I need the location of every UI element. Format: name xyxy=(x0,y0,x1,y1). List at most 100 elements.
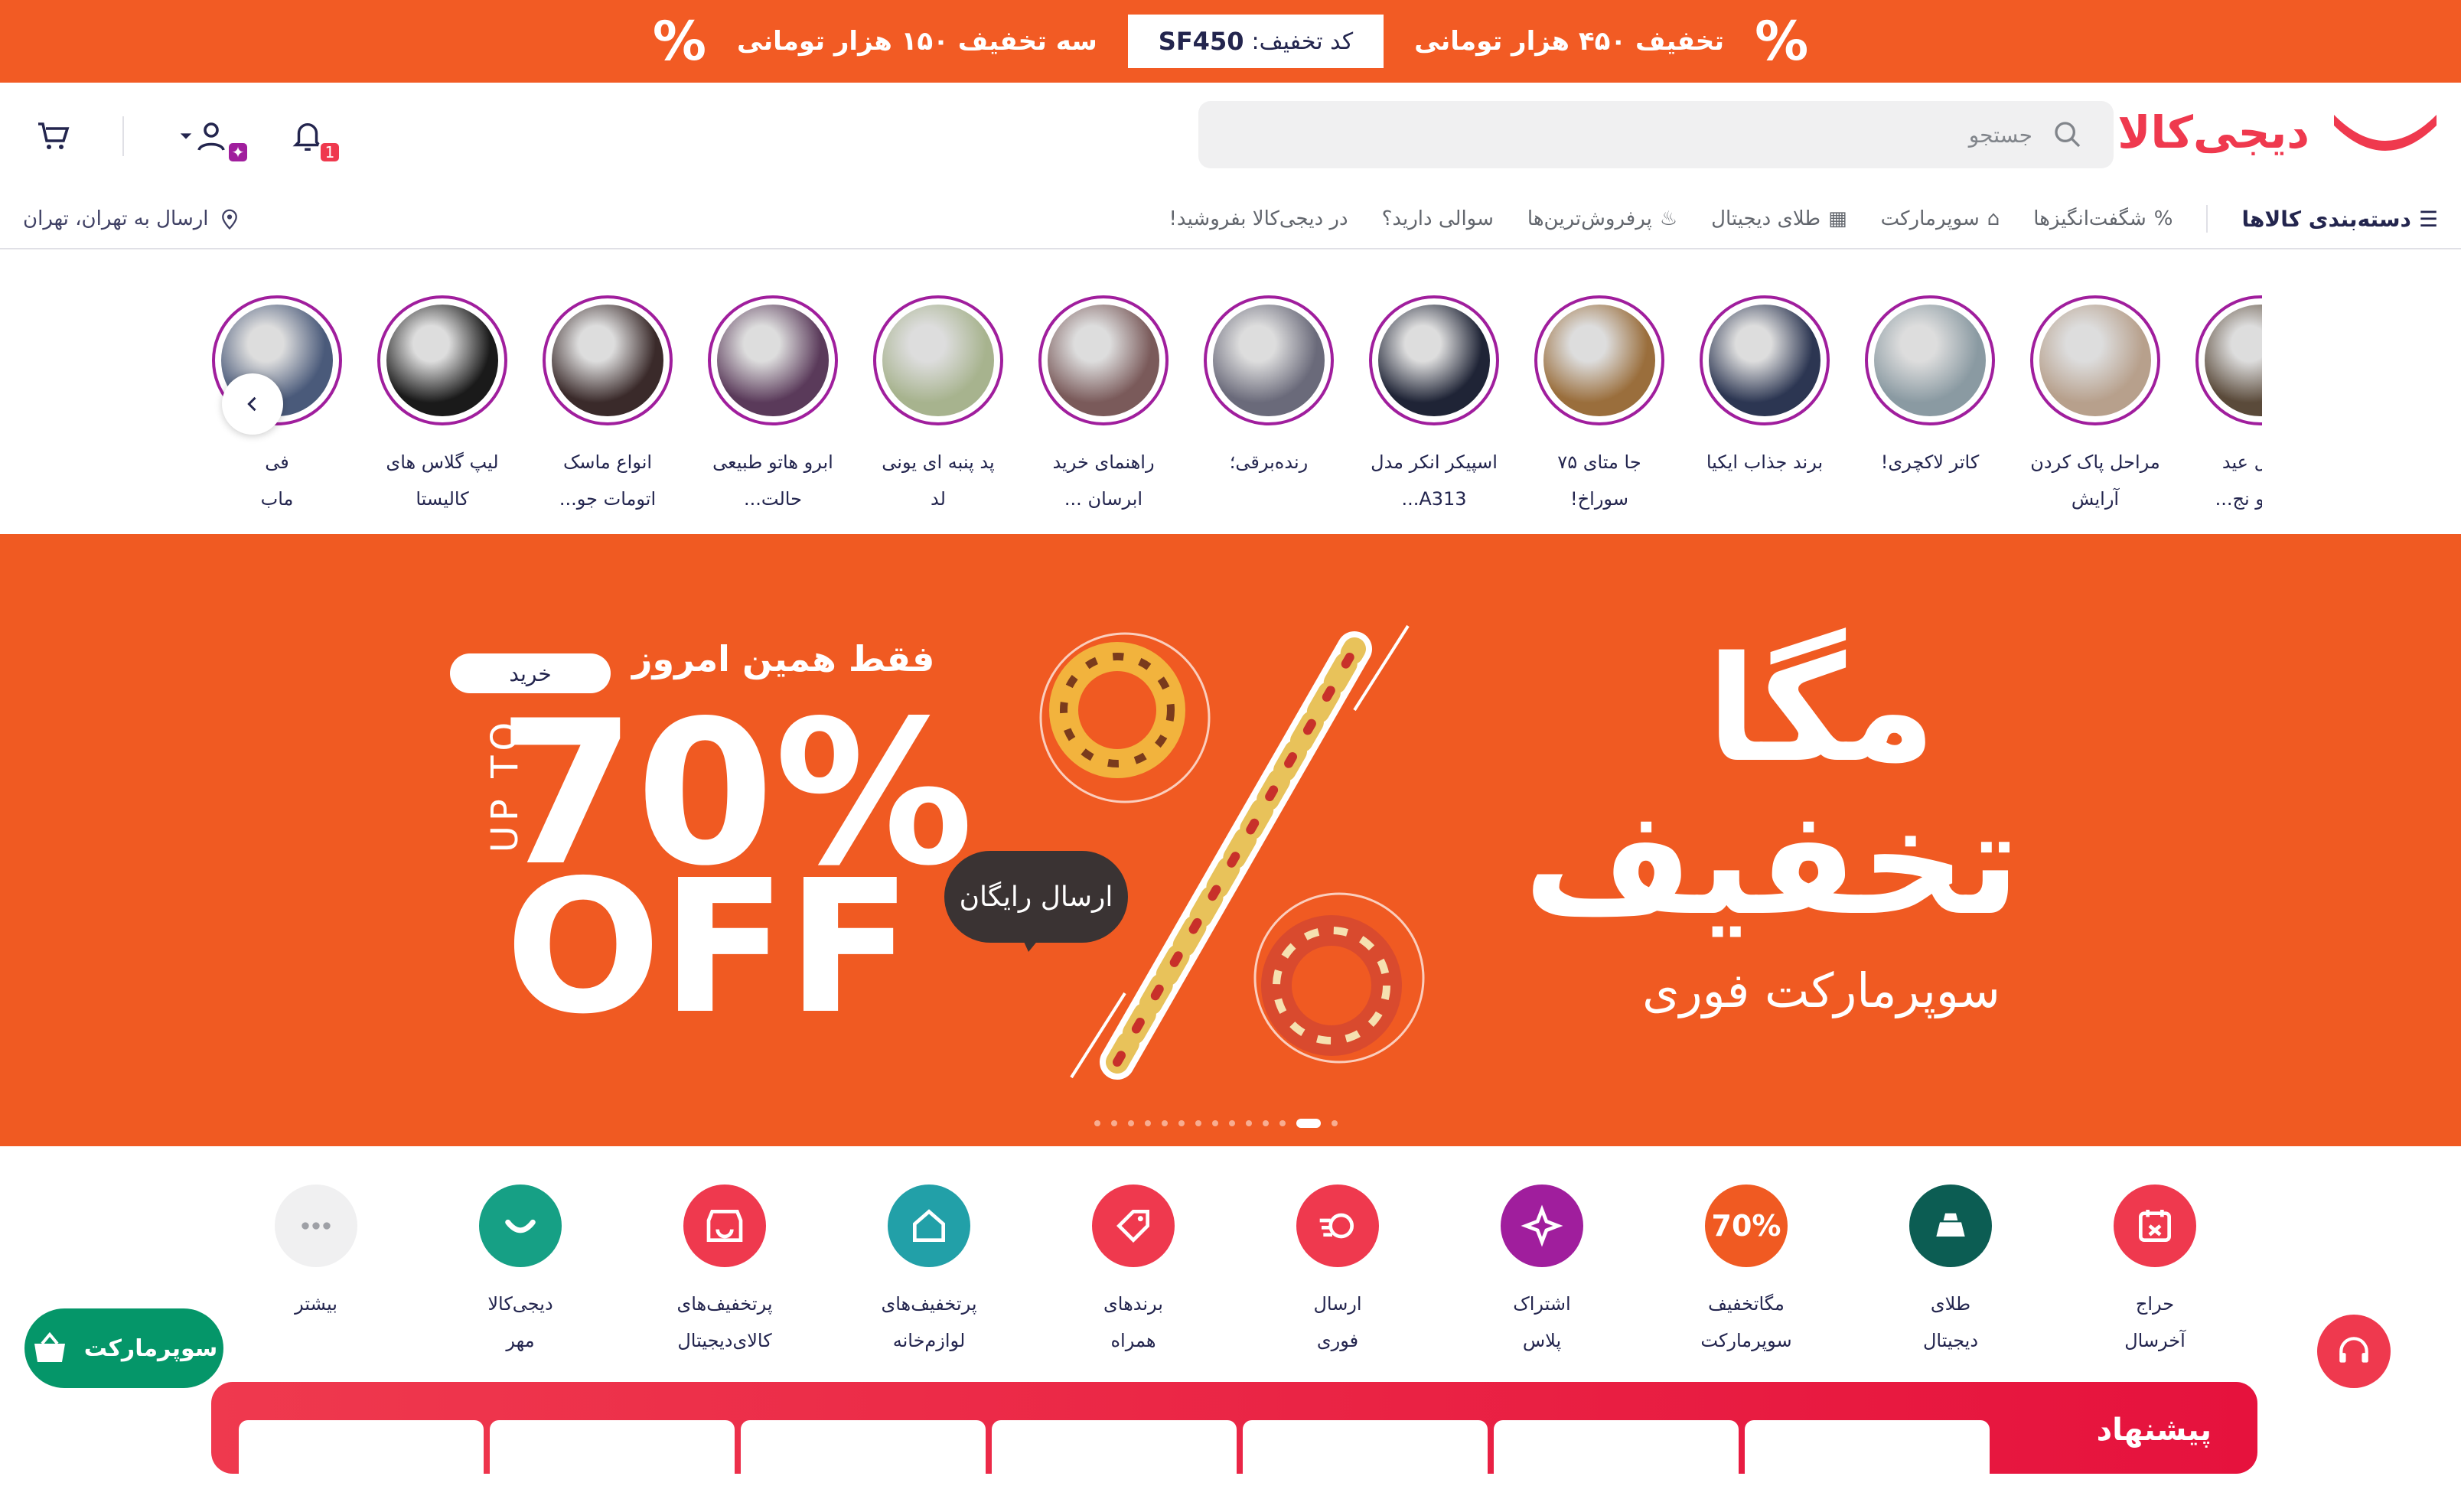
nav-item-gold[interactable]: ▦ طلای دیجیتال xyxy=(1711,207,1847,230)
story-caption: مراحل پاک کردن آرایش xyxy=(2030,451,2160,510)
story-ring xyxy=(1534,295,1664,425)
banner-discount: تخفیف xyxy=(1524,777,2020,947)
story-ring xyxy=(1700,295,1830,425)
support-button[interactable] xyxy=(2317,1315,2391,1388)
quick-link-item[interactable]: طلای دیجیتال xyxy=(1866,1185,2035,1359)
nav-item-label: شگفت‌انگیزها xyxy=(2033,207,2146,230)
offer-card[interactable] xyxy=(239,1420,484,1512)
supermarket-float-button[interactable]: سوپرمارکت xyxy=(24,1308,223,1388)
promo-bar[interactable]: % تخفیف ۴۵۰ هزار تومانی کد تخفیف: SF450 … xyxy=(0,0,2461,83)
banner-supermarket: سوپرمارکت فوری xyxy=(1642,963,2000,1018)
gold-icon xyxy=(1909,1185,1992,1267)
carousel-dot[interactable] xyxy=(1332,1120,1338,1126)
carousel-dot[interactable] xyxy=(1162,1120,1168,1126)
quick-link-item[interactable]: دیجی‌کالا مهر xyxy=(436,1185,605,1359)
percent-70-icon: 70% xyxy=(1705,1185,1788,1267)
carousel-dot[interactable] xyxy=(1263,1120,1269,1126)
basket-icon xyxy=(34,1331,65,1362)
story-thumbnail xyxy=(1378,305,1490,416)
carousel-dot[interactable] xyxy=(1128,1120,1134,1126)
hero-banner[interactable]: فقط همین امروز خرید UP TO 70% OFF ارسال … xyxy=(0,534,2461,1146)
story-item[interactable]: تا قبل عید پوستتو نج... xyxy=(2178,295,2262,517)
quick-link-item[interactable]: 70% مگاتخفیف سوپرمارکت xyxy=(1662,1185,1830,1359)
carousel-dot[interactable] xyxy=(1279,1120,1286,1126)
nav-item-bestsellers[interactable]: ♨ پرفروش‌ترین‌ها xyxy=(1527,207,1677,230)
location-label: ارسال به تهران، تهران xyxy=(23,207,209,230)
carousel-dot[interactable] xyxy=(1246,1120,1252,1126)
search-input[interactable] xyxy=(1345,121,2034,148)
offer-card[interactable] xyxy=(1745,1420,1990,1512)
quick-link-item[interactable]: اشتراک پلاس xyxy=(1458,1185,1626,1359)
divider xyxy=(2206,205,2208,233)
home-icon xyxy=(888,1185,970,1267)
nav-item-sell[interactable]: در دیجی‌کالا بفروشید! xyxy=(1169,207,1348,230)
nav-item-label: پرفروش‌ترین‌ها xyxy=(1527,207,1652,230)
story-thumbnail xyxy=(1048,305,1159,416)
carousel-dot[interactable] xyxy=(1094,1120,1100,1126)
user-menu-button[interactable]: ✦ xyxy=(170,113,249,164)
quick-link-item[interactable]: پرتخفیف‌های کالای‌دیجیتال xyxy=(641,1185,809,1359)
story-caption: جا متای ۷۵ سوراخ! xyxy=(1557,451,1641,510)
story-item[interactable]: کاتر لاکچری! xyxy=(1847,295,2013,481)
nav-categories[interactable]: ☰ دسته‌بندی کالاها xyxy=(2241,207,2438,232)
cart-button[interactable] xyxy=(31,113,77,159)
story-ring xyxy=(1038,295,1169,425)
search-bar[interactable] xyxy=(1198,101,2114,168)
header-actions: ✦ 1 xyxy=(31,113,341,164)
offer-card[interactable] xyxy=(1494,1420,1739,1512)
story-caption: پد پنبه ای یونی لد xyxy=(882,451,995,510)
story-caption: راهنمای خرید ابرسان ... xyxy=(1052,451,1155,510)
promo-code-box[interactable]: کد تخفیف: SF450 xyxy=(1127,15,1384,68)
quick-link-caption: پرتخفیف‌های لوازم‌خانه xyxy=(881,1293,977,1351)
story-item[interactable]: جا متای ۷۵ سوراخ! xyxy=(1517,295,1682,517)
story-item[interactable]: راهنمای خرید ابرسان ... xyxy=(1021,295,1186,517)
stories-prev-button[interactable] xyxy=(222,373,283,435)
carousel-dot[interactable] xyxy=(1111,1120,1117,1126)
quick-link-item[interactable]: بیشتر xyxy=(232,1185,400,1322)
fire-icon: ♨ xyxy=(1659,207,1678,230)
quick-link-item[interactable]: ارسال فوری xyxy=(1253,1185,1422,1359)
story-ring xyxy=(1865,295,1995,425)
promo-right-text: تخفیف ۴۵۰ هزار تومانی xyxy=(1414,26,1725,57)
carousel-dot[interactable] xyxy=(1229,1120,1235,1126)
carousel-dot[interactable] xyxy=(1212,1120,1218,1126)
logo[interactable]: دیجی‌کالا xyxy=(2117,106,2443,159)
story-thumbnail xyxy=(1709,305,1820,416)
offer-card[interactable] xyxy=(490,1420,735,1512)
offer-card[interactable] xyxy=(1243,1420,1488,1512)
quick-link-item[interactable]: حراج آخرسال xyxy=(2071,1185,2239,1359)
quick-link-caption: مگاتخفیف سوپرمارکت xyxy=(1700,1293,1792,1351)
quick-link-item[interactable]: پرتخفیف‌های لوازم‌خانه xyxy=(845,1185,1013,1359)
offer-card[interactable] xyxy=(741,1420,986,1512)
story-caption: انواع ماسک اتومات جو... xyxy=(559,451,657,510)
quick-link-caption: دیجی‌کالا مهر xyxy=(487,1293,553,1351)
carousel-dot[interactable] xyxy=(1145,1120,1151,1126)
story-item[interactable]: انواع ماسک اتومات جو... xyxy=(525,295,690,517)
story-item[interactable]: مراحل پاک کردن آرایش xyxy=(2013,295,2178,517)
carousel-dot[interactable] xyxy=(1296,1119,1321,1128)
quick-link-caption: ارسال فوری xyxy=(1313,1293,1362,1351)
calendar-icon xyxy=(2114,1185,2196,1267)
offers-band: پیشنهاد xyxy=(211,1382,2257,1512)
story-item[interactable]: رنده‌برقی؛ xyxy=(1186,295,1351,481)
story-item[interactable]: برند جذاب ایکیا xyxy=(1682,295,1847,481)
gold-icon: ▦ xyxy=(1828,207,1847,230)
story-item[interactable]: لیپ گلاس های کالیستا xyxy=(360,295,525,517)
location-selector[interactable]: ارسال به تهران، تهران xyxy=(23,207,241,230)
tag-icon xyxy=(1092,1185,1175,1267)
nav-item-faq[interactable]: سوالی دارید؟ xyxy=(1382,207,1494,230)
banner-free-shipping-bubble: ارسال رایگان xyxy=(944,851,1128,952)
nav-item-amazing[interactable]: % شگفت‌انگیزها xyxy=(2033,207,2173,230)
menu-icon: ☰ xyxy=(2418,206,2438,232)
story-thumbnail xyxy=(552,305,663,416)
quick-link-caption: پرتخفیف‌های کالای‌دیجیتال xyxy=(676,1293,773,1351)
story-item[interactable]: اسپیکر انکر مدل A313... xyxy=(1351,295,1517,517)
offer-card[interactable] xyxy=(992,1420,1237,1512)
nav-item-supermarket[interactable]: ⌂ سوپرمارکت xyxy=(1881,207,2000,230)
carousel-dot[interactable] xyxy=(1178,1120,1185,1126)
quick-link-item[interactable]: برندهای همراه xyxy=(1049,1185,1217,1359)
story-item[interactable]: پد پنبه ای یونی لد xyxy=(856,295,1021,517)
notifications-button[interactable]: 1 xyxy=(285,113,341,164)
carousel-dot[interactable] xyxy=(1195,1120,1201,1126)
story-item[interactable]: ابرو هاتو طبیعی حالت... xyxy=(690,295,856,517)
